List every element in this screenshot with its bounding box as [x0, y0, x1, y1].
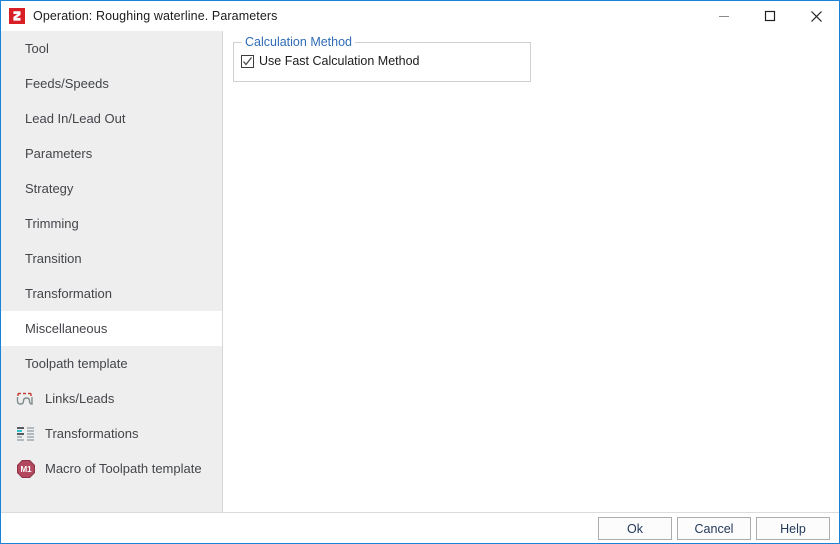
maximize-icon[interactable] — [747, 1, 793, 31]
sidebar-item-label: Strategy — [25, 180, 74, 196]
sidebar: Tool Feeds/Speeds Lead In/Lead Out Param… — [1, 31, 223, 514]
window-controls — [701, 1, 839, 31]
sidebar-item-label: Feeds/Speeds — [25, 75, 109, 91]
sidebar-item-transition[interactable]: Transition — [1, 241, 222, 276]
sidebar-item-tool[interactable]: Tool — [1, 31, 222, 66]
content-pane: Calculation Method Use Fast Calculation … — [223, 31, 839, 512]
sidebar-item-feeds-speeds[interactable]: Feeds/Speeds — [1, 66, 222, 101]
sidebar-item-label: Parameters — [25, 145, 93, 161]
links-leads-icon — [15, 388, 37, 410]
sidebar-item-trimming[interactable]: Trimming — [1, 206, 222, 241]
use-fast-calculation-method-row[interactable]: Use Fast Calculation Method — [241, 54, 420, 68]
sidebar-item-label: Toolpath template — [25, 355, 128, 371]
sidebar-item-lead-in-lead-out[interactable]: Lead In/Lead Out — [1, 101, 222, 136]
use-fast-calculation-method-checkbox[interactable] — [241, 54, 254, 68]
cancel-button[interactable]: Cancel — [677, 517, 751, 540]
sidebar-item-links-leads[interactable]: Links/Leads — [1, 381, 222, 416]
sidebar-item-transformation[interactable]: Transformation — [1, 276, 222, 311]
sidebar-item-label: Transformation — [25, 285, 112, 301]
dialog-footer: Ok Cancel Help — [1, 512, 839, 543]
sidebar-item-label: Miscellaneous — [25, 320, 108, 336]
sprut-logo-icon — [9, 8, 25, 24]
close-icon[interactable] — [793, 1, 839, 31]
macro-m1-icon: M1 — [15, 458, 37, 480]
sidebar-item-label: Transformations — [45, 425, 139, 441]
dialog-window: Operation: Roughing waterline. Parameter… — [0, 0, 840, 544]
svg-text:M1: M1 — [20, 465, 32, 474]
sidebar-item-miscellaneous[interactable]: Miscellaneous — [1, 311, 222, 346]
dialog-body: Tool Feeds/Speeds Lead In/Lead Out Param… — [1, 31, 839, 514]
sidebar-item-macro-of-toolpath-template[interactable]: M1 Macro of Toolpath template — [1, 451, 222, 486]
sidebar-item-transformations[interactable]: Transformations — [1, 416, 222, 451]
sidebar-item-label: Macro of Toolpath template — [45, 460, 202, 476]
ok-button[interactable]: Ok — [598, 517, 672, 540]
minimize-icon[interactable] — [701, 1, 747, 31]
sidebar-item-toolpath-template[interactable]: Toolpath template — [1, 346, 222, 381]
help-button[interactable]: Help — [756, 517, 830, 540]
sidebar-item-label: Lead In/Lead Out — [25, 110, 126, 126]
sidebar-item-parameters[interactable]: Parameters — [1, 136, 222, 171]
title-bar: Operation: Roughing waterline. Parameter… — [1, 1, 839, 31]
calculation-method-group: Calculation Method Use Fast Calculation … — [233, 35, 531, 82]
footer-button-group: Ok Cancel Help — [598, 517, 830, 540]
sidebar-item-label: Trimming — [25, 215, 79, 231]
window-title: Operation: Roughing waterline. Parameter… — [33, 9, 278, 23]
transformations-icon — [15, 423, 37, 445]
group-title: Calculation Method — [242, 35, 356, 49]
sidebar-item-label: Tool — [25, 40, 49, 56]
use-fast-calculation-method-label: Use Fast Calculation Method — [259, 54, 420, 68]
sidebar-item-strategy[interactable]: Strategy — [1, 171, 222, 206]
sidebar-item-label: Links/Leads — [45, 390, 115, 406]
sidebar-item-label: Transition — [25, 250, 82, 266]
